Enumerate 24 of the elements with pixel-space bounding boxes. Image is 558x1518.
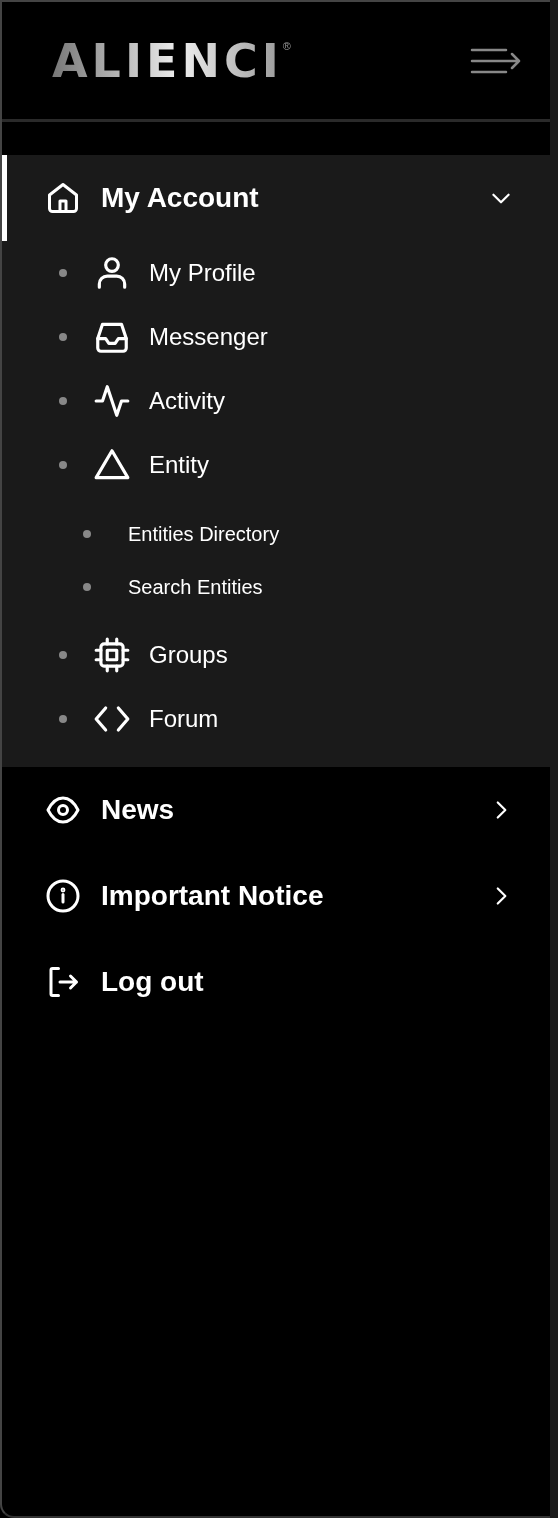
bullet-icon (83, 529, 91, 538)
bullet-icon (59, 651, 67, 659)
bullet-icon (83, 582, 91, 591)
bullet-icon (59, 269, 67, 277)
bullet-icon (59, 715, 67, 723)
chip-icon (93, 636, 131, 674)
menu-item[interactable]: Log out (2, 939, 550, 1025)
submenu-item[interactable]: My Profile (2, 241, 550, 305)
bullet-icon (59, 461, 67, 469)
submenu-item[interactable]: Entity (2, 433, 550, 497)
menu-item[interactable]: Important Notice (2, 853, 550, 939)
info-icon (45, 878, 81, 914)
registered-mark: ® (282, 38, 291, 54)
submenu-item[interactable]: Entities Directory (2, 507, 550, 560)
home-icon (45, 180, 81, 216)
submenu-item[interactable]: Search Entities (2, 560, 550, 613)
activity-icon (93, 382, 131, 420)
menu-item[interactable]: News (2, 767, 550, 853)
bullet-icon (59, 333, 67, 341)
submenu-item[interactable]: Activity (2, 369, 550, 433)
bullet-icon (59, 397, 67, 405)
submenu-item[interactable]: Forum (2, 687, 550, 751)
submenu-item[interactable]: Groups (2, 623, 550, 687)
submenu-item[interactable]: Messenger (2, 305, 550, 369)
